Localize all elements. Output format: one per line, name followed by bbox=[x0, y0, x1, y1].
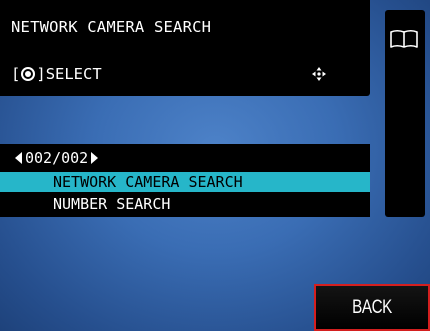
bracket-close: ] bbox=[36, 65, 46, 83]
next-page-icon[interactable] bbox=[91, 152, 99, 164]
back-button[interactable]: BACK bbox=[314, 284, 430, 331]
prev-page-icon[interactable] bbox=[15, 152, 22, 164]
dpad-arrows-icon bbox=[312, 67, 326, 81]
list-item-number-search[interactable]: NUMBER SEARCH bbox=[0, 194, 370, 214]
select-hint-label: SELECT bbox=[45, 65, 102, 83]
screen-title: NETWORK CAMERA SEARCH bbox=[11, 18, 212, 36]
back-button-label: BACK bbox=[352, 297, 392, 318]
select-hint: [ ] SELECT bbox=[11, 65, 102, 83]
page-indicator: 002/002 bbox=[15, 149, 99, 167]
list-item-network-camera-search[interactable]: NETWORK CAMERA SEARCH bbox=[0, 172, 370, 192]
book-icon[interactable] bbox=[389, 28, 419, 50]
bracket-open: [ bbox=[11, 65, 21, 83]
ring-button-icon bbox=[21, 67, 36, 81]
page-number: 002/002 bbox=[25, 149, 89, 167]
